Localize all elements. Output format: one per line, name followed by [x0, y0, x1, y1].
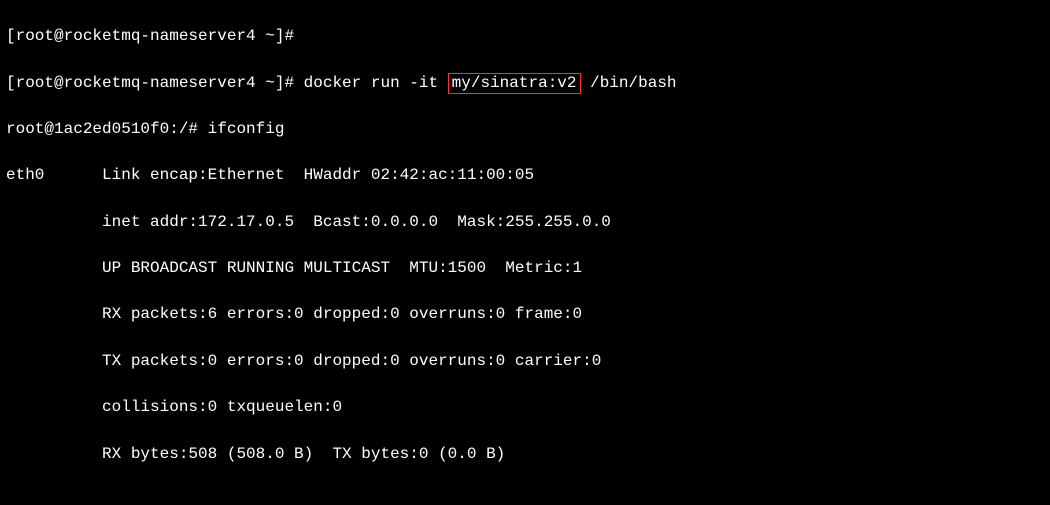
terminal-window[interactable]: [root@rocketmq-nameserver4 ~]# [root@roc… [0, 0, 1050, 505]
docker-run-cmd-pre: [root@rocketmq-nameserver4 ~]# docker ru… [6, 74, 448, 92]
ifconfig-eth0-inet: inet addr:172.17.0.5 Bcast:0.0.0.0 Mask:… [6, 211, 1044, 234]
image-tag-highlight: my/sinatra:v2 [448, 73, 581, 94]
ifconfig-eth0-collisions: collisions:0 txqueuelen:0 [6, 396, 1044, 419]
ifconfig-eth0-bytes: RX bytes:508 (508.0 B) TX bytes:0 (0.0 B… [6, 443, 1044, 466]
docker-run-cmd-post: /bin/bash [581, 74, 677, 92]
docker-run-line: [root@rocketmq-nameserver4 ~]# docker ru… [6, 72, 1044, 95]
ifconfig-eth0-flags: UP BROADCAST RUNNING MULTICAST MTU:1500 … [6, 257, 1044, 280]
container-prompt-ifconfig: root@1ac2ed0510f0:/# ifconfig [6, 118, 1044, 141]
ifconfig-eth0-tx-packets: TX packets:0 errors:0 dropped:0 overruns… [6, 350, 1044, 373]
ifconfig-eth0-rx-packets: RX packets:6 errors:0 dropped:0 overruns… [6, 303, 1044, 326]
prompt-host-empty: [root@rocketmq-nameserver4 ~]# [6, 25, 1044, 48]
ifconfig-eth0-link: eth0 Link encap:Ethernet HWaddr 02:42:ac… [6, 164, 1044, 187]
